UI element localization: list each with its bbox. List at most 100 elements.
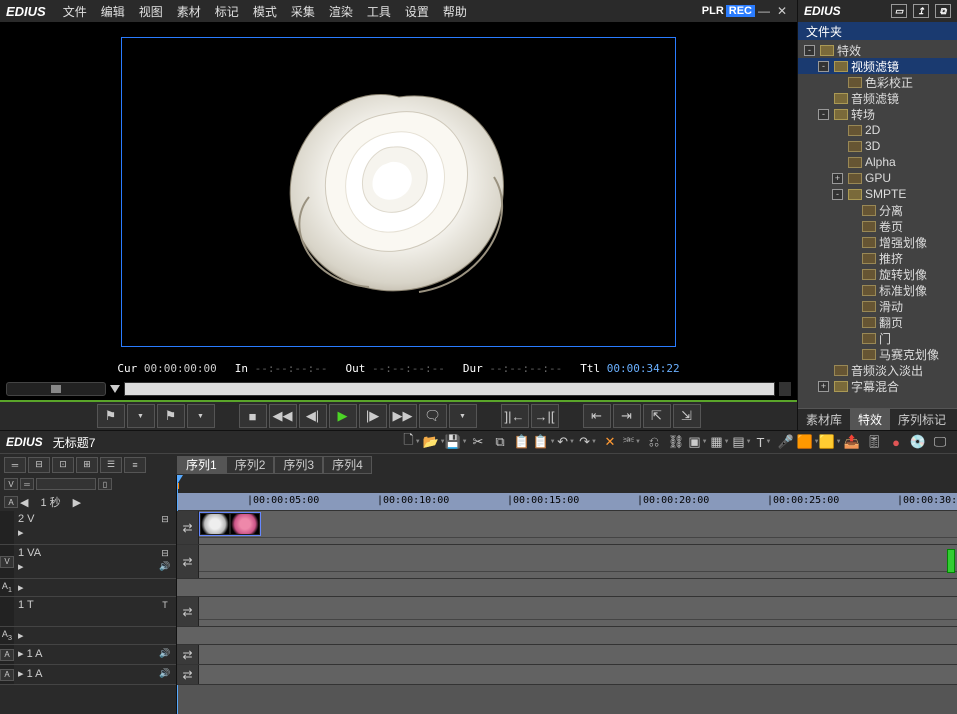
menu-file[interactable]: 文件 <box>56 3 94 20</box>
export-icon[interactable]: 📤 <box>841 432 863 452</box>
open-icon[interactable]: 📂▼ <box>423 432 445 452</box>
menu-clip[interactable]: 素材 <box>170 3 208 20</box>
tree-item[interactable]: 音频淡入淡出 <box>798 362 957 378</box>
track-header-1t[interactable]: 1 TT <box>0 597 176 627</box>
tree-item[interactable]: 色彩校正 <box>798 74 957 90</box>
lane-toggle-1a-icon[interactable]: ⇄ <box>177 645 199 664</box>
tree-item[interactable]: -转场 <box>798 106 957 122</box>
timeline-clip[interactable] <box>199 512 261 536</box>
snap3-icon[interactable]: ⊞ <box>76 457 98 473</box>
tree-item[interactable]: 推挤 <box>798 250 957 266</box>
seq-tab-1[interactable]: 序列1 <box>177 456 226 474</box>
layout-btn2-icon[interactable]: ↥ <box>913 4 929 18</box>
tc-out[interactable]: --:--:--:-- <box>372 362 445 375</box>
paste-icon[interactable]: 📋 <box>511 432 533 452</box>
scale-end-icon[interactable]: ▯ <box>98 478 112 490</box>
prev-frame-button[interactable]: ◀| <box>299 404 327 428</box>
zoom-fit-icon[interactable]: ═ <box>4 457 26 473</box>
seq-tab-4[interactable]: 序列4 <box>323 456 372 474</box>
effects-tree[interactable]: -特效-视频滤镜色彩校正音频滤镜-转场2D3DAlpha+GPU-SMPTE分离… <box>798 40 957 408</box>
play-button[interactable]: ▶ <box>329 404 357 428</box>
tree-item[interactable]: 分离 <box>798 202 957 218</box>
menu-tools[interactable]: 工具 <box>360 3 398 20</box>
expand-track2-icon[interactable]: ▸ <box>18 560 24 573</box>
scale-handle-icon[interactable]: ═ <box>20 478 34 490</box>
tree-expander-icon[interactable]: - <box>818 109 829 120</box>
menu-render[interactable]: 渲染 <box>322 3 360 20</box>
toggle2-icon[interactable]: ▦▼ <box>709 432 731 452</box>
minimize-button[interactable]: — <box>755 4 773 18</box>
tab-bin[interactable]: 素材库 <box>798 409 850 430</box>
tc-in[interactable]: --:--:--:-- <box>255 362 328 375</box>
seq-tab-2[interactable]: 序列2 <box>226 456 275 474</box>
snap1-icon[interactable]: ⊟ <box>28 457 50 473</box>
snap4-icon[interactable]: ☰ <box>100 457 122 473</box>
link-icon[interactable]: ⛓ <box>665 432 687 452</box>
tree-item[interactable]: 2D <box>798 122 957 138</box>
group-icon[interactable]: ⎌ <box>643 432 665 452</box>
tree-item[interactable]: 旋转划像 <box>798 266 957 282</box>
tree-expander-icon[interactable]: - <box>818 61 829 72</box>
next-edit-button[interactable]: ⇥ <box>613 404 641 428</box>
prev-scale-icon[interactable]: ◀ <box>20 496 28 509</box>
tree-item[interactable]: 3D <box>798 138 957 154</box>
toggle1-icon[interactable]: ▣▼ <box>687 432 709 452</box>
patch-a2-icon[interactable]: A <box>0 669 14 681</box>
lane-toggle-1t-icon[interactable]: ⇄ <box>177 597 199 626</box>
tab-seqmarker[interactable]: 序列标记 <box>890 409 954 430</box>
undo-icon[interactable]: ↶▼ <box>555 432 577 452</box>
menu-settings[interactable]: 设置 <box>398 3 436 20</box>
track-header-1a2[interactable]: A ▸ 1 A🔊 <box>0 665 176 685</box>
tree-expander-icon[interactable]: + <box>832 173 843 184</box>
tree-expander-icon[interactable]: + <box>818 381 829 392</box>
speaker2-icon[interactable]: 🔊 <box>158 649 172 659</box>
insert-button[interactable]: ⇱ <box>643 404 671 428</box>
track-header-1a[interactable]: A ▸ 1 A🔊 <box>0 645 176 665</box>
lane-toggle-1a2-icon[interactable]: ⇄ <box>177 665 199 684</box>
goto-in-button[interactable]: ]|← <box>501 404 529 428</box>
set-out-button[interactable]: ⚑ <box>157 404 185 428</box>
mixer-icon[interactable]: 🎚 <box>863 432 885 452</box>
record-button-icon[interactable]: ● <box>885 432 907 452</box>
track-header-a12[interactable]: A1 ▸ <box>0 579 176 597</box>
tree-item[interactable]: -特效 <box>798 42 957 58</box>
next-frame-button[interactable]: |▶ <box>359 404 387 428</box>
tree-item[interactable]: -视频滤镜 <box>798 58 957 74</box>
tree-item[interactable]: +字幕混合 <box>798 378 957 394</box>
prev-edit-button[interactable]: ⇤ <box>583 404 611 428</box>
save-icon[interactable]: 💾▼ <box>445 432 467 452</box>
menu-help[interactable]: 帮助 <box>436 3 474 20</box>
split-icon[interactable]: ⎃▼ <box>621 432 643 452</box>
set-out2-button[interactable]: ▼ <box>187 404 215 428</box>
tree-item[interactable]: 马赛克划像 <box>798 346 957 362</box>
tree-item[interactable]: Alpha <box>798 154 957 170</box>
tab-effects[interactable]: 特效 <box>850 409 890 430</box>
timeline-canvas[interactable]: 00:00:00:00 |00:00:05:00 |00:00:10:00 |0… <box>177 475 957 714</box>
track-header-a34[interactable]: A3 ▸ <box>0 627 176 645</box>
redo-icon[interactable]: ↷▼ <box>577 432 599 452</box>
tree-item[interactable]: 门 <box>798 330 957 346</box>
set-in-button[interactable]: ⚑ <box>97 404 125 428</box>
fastfwd-button[interactable]: ▶▶ <box>389 404 417 428</box>
track-header-2v[interactable]: 2 V⊟ ▸ <box>0 511 176 545</box>
rewind-button[interactable]: ◀◀ <box>269 404 297 428</box>
lane-toggle-1va-icon[interactable]: ⇄ <box>177 545 199 578</box>
toggle3-icon[interactable]: ▤▼ <box>731 432 753 452</box>
menu-marker[interactable]: 标记 <box>208 3 246 20</box>
tc-ttl[interactable]: 00:00:34:22 <box>607 362 680 375</box>
menu-mode[interactable]: 模式 <box>246 3 284 20</box>
expand-track-icon[interactable]: ▸ <box>18 526 24 539</box>
snap2-icon[interactable]: ⊡ <box>52 457 74 473</box>
title-icon[interactable]: T▼ <box>753 432 775 452</box>
render2-icon[interactable]: 🟨▼ <box>819 432 841 452</box>
voiceover-icon[interactable]: 🎤 <box>775 432 797 452</box>
render1-icon[interactable]: 🟧▼ <box>797 432 819 452</box>
expand-a12-icon[interactable]: ▸ <box>18 581 24 594</box>
loop-button[interactable]: 🗨 <box>419 404 447 428</box>
tree-item[interactable]: 增强划像 <box>798 234 957 250</box>
goto-out-button[interactable]: →|[ <box>531 404 559 428</box>
tree-item[interactable]: 音频滤镜 <box>798 90 957 106</box>
tree-item[interactable]: 标准划像 <box>798 282 957 298</box>
preview-frame[interactable] <box>121 37 676 347</box>
overwrite-button[interactable]: ⇲ <box>673 404 701 428</box>
